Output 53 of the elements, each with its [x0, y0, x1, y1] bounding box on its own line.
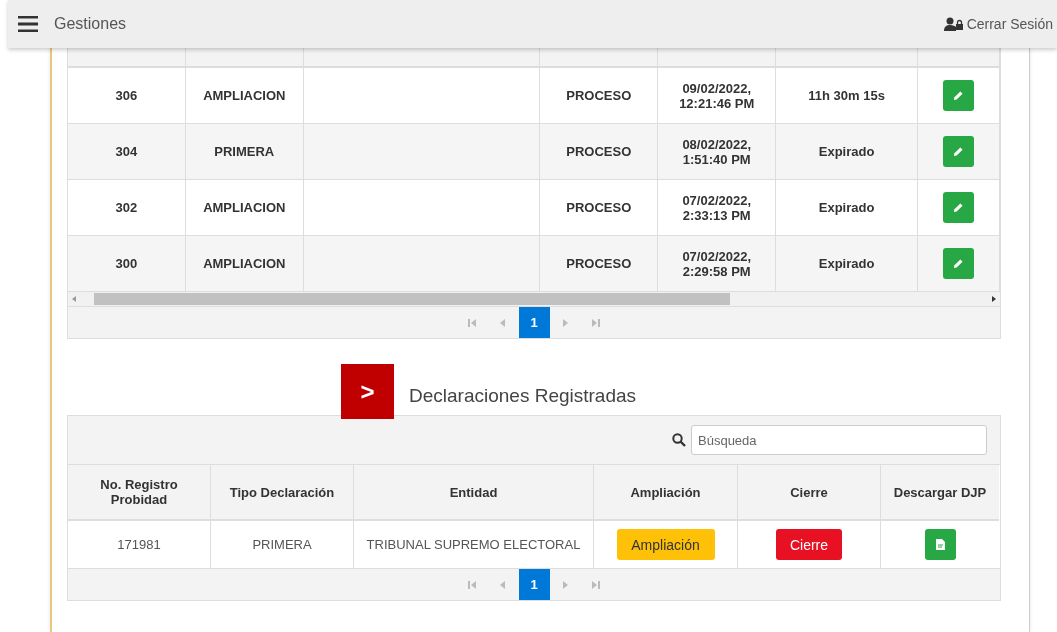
- pencil-icon: [953, 90, 964, 101]
- table-cell: TRIBUNAL SUPREMO ELECTORAL: [366, 537, 581, 552]
- page-title: Gestiones: [54, 15, 127, 33]
- table-cell: 09/02/2022, 12:21:46 PM: [679, 80, 755, 111]
- table-cell: 304: [115, 144, 138, 159]
- column-header: Tipo Declaración: [229, 484, 335, 500]
- file-icon: [935, 539, 945, 550]
- column-header: Cierre: [790, 484, 828, 500]
- logout-link[interactable]: Cerrar Sesión: [943, 16, 1057, 32]
- edit-button[interactable]: [943, 136, 974, 167]
- user-lock-icon: [943, 17, 963, 31]
- ampliacion-button[interactable]: Ampliación: [616, 529, 715, 560]
- edit-button[interactable]: [943, 192, 974, 223]
- table-cell: AMPLIACION: [203, 256, 286, 271]
- search-field[interactable]: Búsqueda: [691, 425, 987, 455]
- column-header: Entidad: [449, 484, 498, 500]
- edit-button[interactable]: [943, 80, 974, 111]
- page-button[interactable]: 1: [518, 307, 550, 338]
- column-header: Descargar DJP: [893, 484, 987, 500]
- pencil-icon: [953, 258, 964, 269]
- download-button[interactable]: [924, 529, 956, 560]
- search-icon: [672, 433, 686, 447]
- section-title: Declaraciones Registradas: [409, 385, 637, 407]
- table-cell: PRIMERA: [214, 144, 275, 159]
- table-cell: 08/02/2022, 1:51:40 PM: [682, 136, 752, 167]
- table-cell: Expirado: [818, 256, 875, 271]
- table-cell: 07/02/2022, 2:29:58 PM: [682, 248, 752, 279]
- table-cell: 11h 30m 15s: [808, 88, 885, 103]
- table-cell: PROCESO: [566, 88, 632, 103]
- menu-icon[interactable]: [18, 16, 38, 32]
- table-cell: 171981: [117, 537, 161, 552]
- pencil-icon: [953, 146, 964, 157]
- scrollbar-thumb[interactable]: [94, 293, 730, 305]
- column-header: No. Registro Probidad: [100, 477, 178, 507]
- page-button[interactable]: 1: [518, 569, 550, 600]
- table-cell: Expirado: [818, 200, 875, 215]
- column-header: Ampliación: [630, 484, 701, 500]
- cierre-button[interactable]: Cierre: [776, 529, 842, 560]
- table-cell: 302: [115, 200, 138, 215]
- section-icon: >: [341, 364, 394, 419]
- table-cell: 306: [115, 88, 138, 103]
- edit-button[interactable]: [943, 248, 974, 279]
- table-cell: PRIMERA: [252, 537, 312, 552]
- table-cell: 300: [115, 256, 138, 271]
- table-cell: PROCESO: [566, 200, 632, 215]
- table-cell: AMPLIACION: [203, 88, 286, 103]
- table-cell: AMPLIACION: [203, 200, 286, 215]
- table-cell: Expirado: [818, 144, 875, 159]
- table-cell: PROCESO: [566, 256, 632, 271]
- pencil-icon: [953, 202, 964, 213]
- table-cell: PROCESO: [566, 144, 632, 159]
- scrollbar[interactable]: [68, 292, 1000, 306]
- table-cell: 07/02/2022, 2:33:13 PM: [682, 192, 752, 223]
